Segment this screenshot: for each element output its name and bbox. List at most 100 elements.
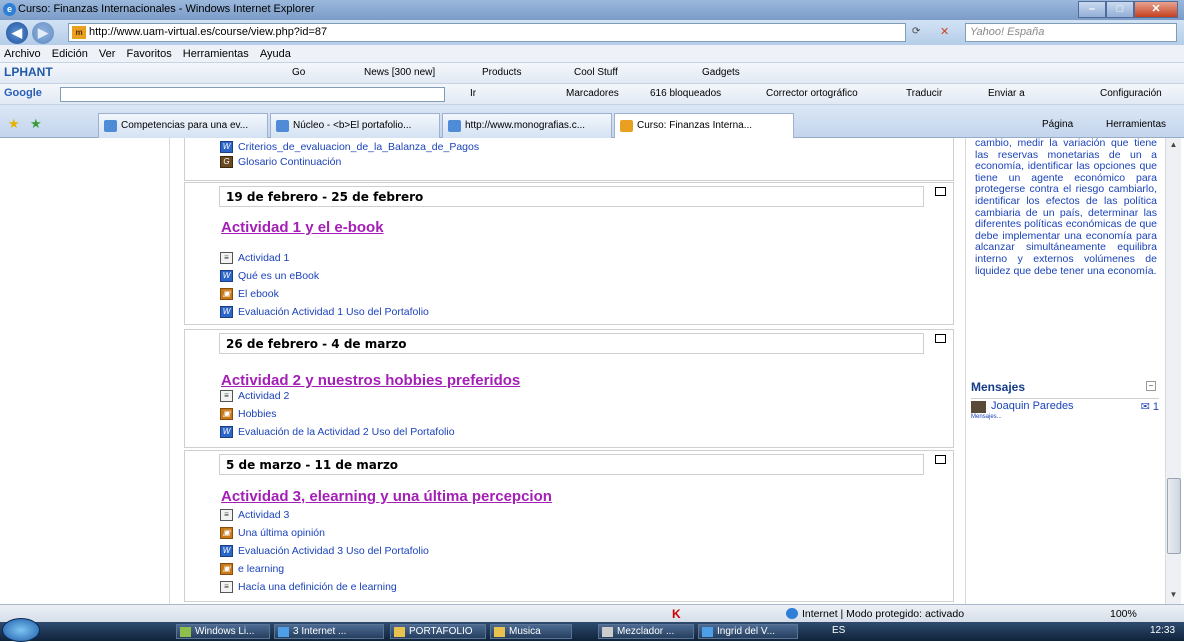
taskbar-item[interactable]: Musica xyxy=(490,624,572,639)
address-input[interactable]: m http://www.uam-virtual.es/course/view.… xyxy=(68,23,906,42)
google-toolbar: Google Ir Marcadores 616 bloqueados Corr… xyxy=(0,84,1184,105)
menu-herramientas[interactable]: Herramientas xyxy=(179,45,253,60)
menu-ayuda[interactable]: Ayuda xyxy=(256,45,295,60)
collapse-block-icon[interactable]: – xyxy=(1146,381,1156,391)
vertical-scrollbar[interactable]: ▲ ▼ xyxy=(1165,138,1181,604)
section-toggle-box[interactable] xyxy=(935,187,946,196)
resource-link[interactable]: ▣ e learning xyxy=(220,563,284,577)
taskbar-item[interactable]: Ingrid del V... xyxy=(698,624,798,639)
corrector-button[interactable]: Corrector ortográfico xyxy=(766,88,858,99)
add-favorite-icon[interactable]: ★ xyxy=(30,116,42,132)
google-logo: Google xyxy=(4,87,42,99)
taskbar-item[interactable]: Mezclador ... xyxy=(598,624,694,639)
page-icon: ≡ xyxy=(220,509,233,521)
minimize-button[interactable]: – xyxy=(1078,1,1106,18)
messages-link[interactable]: Mensajes... xyxy=(971,414,1002,420)
resource-link[interactable]: W Evaluación Actividad 3 Uso del Portafol… xyxy=(220,545,429,559)
resource-link[interactable]: ≡ Actividad 3 xyxy=(220,509,289,523)
go-button[interactable]: Go xyxy=(292,67,305,78)
start-button[interactable] xyxy=(2,618,40,642)
enviar-button[interactable]: Enviar a xyxy=(988,88,1025,99)
messages-block-title: Mensajes – xyxy=(971,378,1159,396)
right-column: cambio, medir la variación que tiene las… xyxy=(965,138,1165,604)
message-entry[interactable]: Joaquin Paredes ✉ 1 xyxy=(971,398,1159,413)
taskbar-item[interactable]: Windows Li... xyxy=(176,624,270,639)
resource-link[interactable]: W Criterios_de_evaluacion_de_la_Balanza_d… xyxy=(220,141,479,155)
taskbar-item[interactable]: PORTAFOLIO xyxy=(390,624,486,639)
menu-archivo[interactable]: Archivo xyxy=(0,45,45,60)
scroll-down-icon[interactable]: ▼ xyxy=(1168,590,1179,600)
forward-button[interactable]: ▶ xyxy=(32,22,54,44)
maximize-button[interactable]: □ xyxy=(1106,1,1134,18)
resource-link[interactable]: ▣ Hobbies xyxy=(220,408,277,422)
word-doc-icon: W xyxy=(220,426,233,438)
taskbar-label: PORTAFOLIO xyxy=(409,626,473,637)
scroll-thumb[interactable] xyxy=(1167,478,1181,554)
resource-link[interactable]: ≡ Actividad 1 xyxy=(220,252,289,266)
resource-link[interactable]: W Qué es un eBook xyxy=(220,270,319,284)
pagina-button[interactable]: Página xyxy=(1042,119,1073,130)
k-icon: K xyxy=(672,607,681,621)
close-button[interactable]: ✕ xyxy=(1134,1,1178,18)
resource-link[interactable]: G Glosario Continuación xyxy=(220,156,341,170)
window-title: Curso: Finanzas Internacionales - Window… xyxy=(18,3,315,15)
tab-monografias[interactable]: http://www.monografias.c... xyxy=(442,113,612,138)
bloqueados-button[interactable]: 616 bloqueados xyxy=(650,88,721,99)
resource-label: Glosario Continuación xyxy=(238,156,342,168)
taskbar-item[interactable]: 3 Internet ... xyxy=(274,624,384,639)
activity-title[interactable]: Actividad 2 y nuestros hobbies preferido… xyxy=(221,372,520,389)
clock[interactable]: 12:33 xyxy=(1150,625,1175,636)
stop-icon[interactable]: ✕ xyxy=(940,25,949,38)
resource-label: Evaluación Actividad 1 Uso del Portafoli… xyxy=(238,306,429,318)
marcadores-button[interactable]: Marcadores xyxy=(566,88,619,99)
resource-link[interactable]: W Evaluación de la Actividad 2 Uso del Po… xyxy=(220,426,455,440)
herramientas-button[interactable]: Herramientas xyxy=(1106,119,1166,130)
back-button[interactable]: ◀ xyxy=(6,22,28,44)
taskbar-label: Mezclador ... xyxy=(617,626,675,637)
section-toggle-box[interactable] xyxy=(935,455,946,464)
resource-link[interactable]: ▣ Una última opinión xyxy=(220,527,325,541)
lphant-logo[interactable]: LPHANT xyxy=(4,65,53,79)
tab-nucleo[interactable]: Núcleo - <b>El portafolio... xyxy=(270,113,440,138)
traducir-button[interactable]: Traducir xyxy=(906,88,942,99)
cool-stuff-button[interactable]: Cool Stuff xyxy=(574,67,618,78)
message-user[interactable]: Joaquin Paredes xyxy=(991,400,1074,412)
menu-edicion[interactable]: Edición xyxy=(48,45,92,60)
tab-competencias[interactable]: Competencias para una ev... xyxy=(98,113,268,138)
scroll-up-icon[interactable]: ▲ xyxy=(1168,140,1179,150)
word-doc-icon: W xyxy=(220,141,233,153)
section-toggle-box[interactable] xyxy=(935,334,946,343)
zoom-level[interactable]: 100% xyxy=(1110,608,1137,620)
google-search-input[interactable] xyxy=(60,87,445,102)
products-button[interactable]: Products xyxy=(482,67,521,78)
configuracion-button[interactable]: Configuración xyxy=(1100,88,1162,99)
resource-link[interactable]: ≡ Hacía una definición de e learning xyxy=(220,581,397,595)
security-zone[interactable]: Internet | Modo protegido: activado xyxy=(802,608,964,620)
lphant-toolbar: LPHANT Go News [300 new] Products Cool S… xyxy=(0,63,1184,84)
resource-link[interactable]: ▣ El ebook xyxy=(220,288,279,302)
resource-label: Evaluación de la Actividad 2 Uso del Por… xyxy=(238,426,455,438)
activity-title[interactable]: Actividad 1 y el e-book xyxy=(221,219,384,236)
search-input[interactable]: Yahoo! España xyxy=(965,23,1177,42)
refresh-icon[interactable]: ⟳ xyxy=(912,26,920,37)
news-button[interactable]: News [300 new] xyxy=(364,67,435,78)
menu-ver[interactable]: Ver xyxy=(95,45,120,60)
language-indicator[interactable]: ES xyxy=(832,625,845,636)
search-placeholder: Yahoo! España xyxy=(970,26,1045,38)
resource-label: Una última opinión xyxy=(238,527,325,539)
globe-icon xyxy=(786,608,798,619)
address-bar-row: ◀ ▶ m http://www.uam-virtual.es/course/v… xyxy=(0,20,1184,45)
menu-favoritos[interactable]: Favoritos xyxy=(122,45,175,60)
glossary-icon: G xyxy=(220,156,233,168)
gadgets-button[interactable]: Gadgets xyxy=(702,67,740,78)
left-column xyxy=(4,138,170,604)
resource-link[interactable]: W Evaluación Actividad 1 Uso del Portafol… xyxy=(220,306,429,320)
tab-finanzas[interactable]: Curso: Finanzas Interna... xyxy=(614,113,794,138)
favorites-star-icon[interactable]: ★ xyxy=(8,116,20,132)
resource-link[interactable]: ≡ Actividad 2 xyxy=(220,390,289,404)
taskbar-label: Ingrid del V... xyxy=(717,626,776,637)
week-section: 19 de febrero - 25 de febrero xyxy=(184,182,954,325)
week-heading: 5 de marzo - 11 de marzo xyxy=(219,454,924,475)
ir-button[interactable]: Ir xyxy=(470,88,476,99)
activity-title[interactable]: Actividad 3, elearning y una última perc… xyxy=(221,488,552,505)
